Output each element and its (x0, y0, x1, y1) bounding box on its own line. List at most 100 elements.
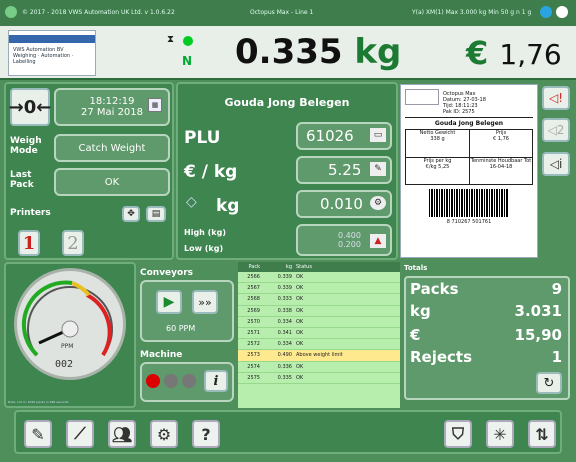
label-info-icon: ◁i (549, 157, 563, 171)
settings-button[interactable]: ⚙ (150, 420, 178, 448)
row-pack: 2572 (247, 341, 260, 348)
label-2-button[interactable]: ◁2 (542, 118, 570, 142)
table-row[interactable]: 2571 0.341 OK (238, 328, 400, 340)
gray-led-icon (164, 374, 178, 388)
label-reprint-button[interactable]: ◁! (542, 86, 570, 110)
last-pack-status: OK (54, 168, 170, 196)
row-status: OK (296, 330, 304, 337)
stable-led-icon (183, 36, 193, 46)
row-status: Above weight limit (296, 352, 343, 359)
header-display: VWS Automation BV Weighing · Automation … (0, 26, 576, 80)
label-header: Octopus Max Datum: 27-03-18 Tijd: 18:11:… (443, 91, 486, 115)
reset-totals-button[interactable]: ↻ (536, 372, 562, 394)
clean-button[interactable]: ✳ (486, 420, 514, 448)
gear-icon: ⚙ (156, 424, 172, 444)
company-logo: VWS Automation BV Weighing · Automation … (8, 30, 96, 76)
machine-info-button[interactable]: i (204, 370, 228, 392)
row-status: OK (296, 318, 304, 325)
printer-settings-icon[interactable]: ✥ (122, 206, 140, 222)
label-tht-value: 16-04-18 (489, 164, 513, 170)
tare-settings-icon[interactable]: ⚙ (370, 196, 386, 210)
row-kg: 0.333 (277, 296, 292, 303)
gauge-note: Note: not in: 1095 packs in 186 seconds (8, 400, 69, 404)
refresh-icon: ↻ (543, 375, 555, 391)
table-row[interactable]: 2569 0.338 OK (238, 306, 400, 317)
row-kg: 0.338 (277, 307, 292, 314)
top-status-bar: © 2017 - 2018 VWS Automation UK Ltd. v 1… (0, 0, 576, 26)
row-status: OK (296, 296, 304, 303)
product-name: Gouda Jong Belegen (224, 96, 350, 109)
printer-icon[interactable]: ▤ (146, 206, 166, 222)
row-kg: 0.336 (277, 363, 292, 370)
high-limit-value: 0.400 (338, 231, 361, 240)
adjust-button[interactable]: ⇅ (528, 420, 556, 448)
scale-info: Y(a) XM(1) Max 3.000 kg Min 50 g n 1 g (412, 9, 532, 16)
row-status: OK (296, 374, 304, 381)
machine-title: Machine (140, 350, 183, 360)
weight-value: 0.335 (235, 32, 343, 72)
row-pack: 2570 (247, 318, 260, 325)
label-pack-id: Pak ID: 2575 (443, 109, 475, 115)
table-row[interactable]: 2574 0.336 OK (238, 362, 400, 373)
kg-label: kg (216, 196, 240, 216)
label-netto-value: 338 g (430, 136, 445, 142)
packs-label: Packs (410, 280, 459, 298)
label-info-button[interactable]: ◁i (542, 152, 570, 176)
plu-edit-icon[interactable]: ▭ (370, 128, 386, 142)
table-row[interactable]: 2575 0.335 OK (238, 373, 400, 384)
conveyor-play-button[interactable]: ▶ (156, 290, 182, 314)
kg-total-value: 3.031 (514, 302, 562, 320)
row-pack: 2566 (247, 274, 260, 281)
printer-2-button[interactable]: 2 (62, 230, 84, 256)
clock-time: 18:12:19 (89, 96, 135, 107)
conveyors-title: Conveyors (140, 268, 194, 278)
edit-button[interactable]: ✎ (24, 420, 52, 448)
price-per-kg-label: € / kg (184, 162, 238, 182)
row-kg: 0.490 (277, 352, 292, 359)
rejects-value: 1 (551, 348, 562, 366)
row-kg: 0.339 (277, 285, 292, 292)
plu-label: PLU (184, 128, 221, 148)
status-icon (5, 6, 17, 18)
tools-button[interactable]: ⟋ (66, 420, 94, 448)
high-limit-label: High (kg) (184, 228, 227, 237)
table-row[interactable]: 2567 0.339 OK (238, 283, 400, 295)
table-row[interactable]: 2573 0.490 Above weight limit (238, 350, 400, 362)
table-row[interactable]: 2566 0.339 OK (238, 272, 400, 284)
row-pack: 2575 (247, 374, 260, 381)
ppm-gauge: PPM 002 (14, 268, 126, 380)
help-button[interactable]: ? (192, 420, 220, 448)
label-barcode-text: 8 710267 501761 (446, 219, 492, 225)
plu-value: 61026 (306, 127, 354, 145)
conveyor-speed-button[interactable]: »» (192, 290, 218, 314)
currency-symbol: € (466, 34, 489, 72)
gauge-panel: PPM 002 Note: not in: 1095 packs in 186 … (4, 262, 136, 408)
printer-1-button[interactable]: 1 (18, 230, 40, 256)
logo-text: VWS Automation BV Weighing · Automation … (13, 47, 74, 65)
table-row[interactable]: 2572 0.334 OK (238, 339, 400, 351)
label-logo (405, 89, 439, 105)
packs-value: 9 (551, 280, 562, 298)
euro-total-value: 15,90 (514, 326, 562, 344)
gauge-value: 002 (55, 359, 74, 370)
calendar-icon[interactable]: ▦ (148, 98, 162, 112)
price-per-kg-value: 5.25 (328, 161, 362, 179)
tare-button[interactable]: →0← (9, 88, 51, 126)
price-edit-icon[interactable]: ✎ (370, 162, 386, 176)
rejects-label: Rejects (410, 348, 473, 366)
label-barcode (429, 189, 509, 217)
limits-edit-icon[interactable]: ▲ (370, 234, 386, 248)
table-row[interactable]: 2568 0.333 OK (238, 294, 400, 306)
users-icon: 👥︎ (111, 424, 133, 444)
gray-led-2-icon (182, 374, 196, 388)
label-info-grid: Netto Gewicht 338 g Prijs € 1,76 Prijs p… (405, 129, 533, 185)
weight-unit: kg (354, 32, 402, 72)
row-status: OK (296, 341, 304, 348)
security-button[interactable]: ⛉ (444, 420, 472, 448)
label-ppk-value: €/kg 5,25 (425, 164, 450, 170)
table-row[interactable]: 2570 0.334 OK (238, 317, 400, 328)
wrench-icon: ⟋ (74, 424, 86, 443)
weigh-mode-select[interactable]: Catch Weight (54, 134, 170, 162)
users-button[interactable]: 👥︎ (108, 420, 136, 448)
globe-icon[interactable] (556, 6, 568, 18)
